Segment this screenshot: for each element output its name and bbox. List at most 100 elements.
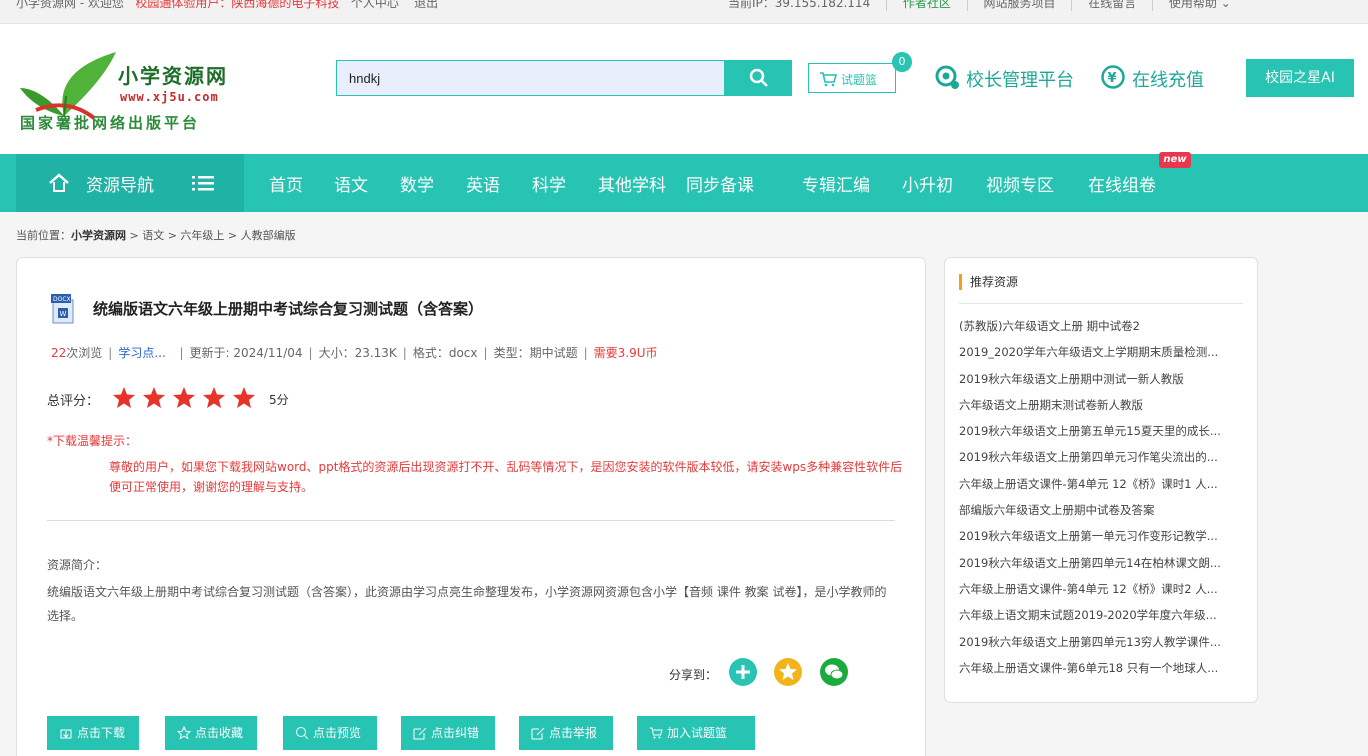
- nav-item-junior-entrance[interactable]: 小升初: [902, 171, 953, 196]
- uploader-link[interactable]: 学习点...: [118, 346, 165, 360]
- breadcrumb-site-link[interactable]: 小学资源网: [71, 229, 126, 242]
- star-icon: [113, 387, 135, 408]
- search-box: [336, 60, 726, 96]
- basket-count-badge: 0: [892, 52, 912, 72]
- nav-item-chinese[interactable]: 语文: [334, 171, 368, 196]
- personal-center-link[interactable]: 个人中心: [351, 0, 399, 10]
- rating-stars: [113, 387, 255, 408]
- rating-label: 总评分：: [47, 394, 100, 409]
- resource-detail-card: DOCX W 统编版语文六年级上册期中考试综合复习测试题（含答案） 22次浏览 |…: [16, 257, 926, 756]
- nav-item-math[interactable]: 数学: [400, 171, 434, 196]
- search-input[interactable]: [337, 61, 725, 95]
- zoom-icon: [296, 727, 309, 740]
- divider: [1071, 0, 1073, 11]
- nav-item-online-paper[interactable]: 在线组卷: [1088, 171, 1156, 196]
- intro-title: 资源简介：: [47, 558, 108, 572]
- wechat-icon: [825, 664, 844, 680]
- recommended-item[interactable]: 2019_2020学年六年级语文上学期期末质量检测...: [959, 344, 1249, 370]
- nav-item-video[interactable]: 视频专区: [986, 171, 1054, 196]
- recommended-item[interactable]: 六年级上语文期末试题2019-2020学年度六年级...: [959, 607, 1249, 633]
- logout-link[interactable]: 退出: [414, 0, 438, 10]
- logo-name[interactable]: 小学资源网: [118, 60, 228, 89]
- price: 需要3.9U币: [593, 346, 658, 360]
- star-icon: [173, 387, 195, 408]
- report-label: 点击举报: [549, 726, 598, 740]
- share-favorite-button[interactable]: [774, 658, 802, 686]
- search-button[interactable]: [724, 60, 792, 96]
- resource-title: 统编版语文六年级上册期中考试综合复习测试题（含答案）: [93, 300, 484, 318]
- yuan-coin-icon: ¥: [1101, 65, 1125, 89]
- recommended-item[interactable]: 2019秋六年级语文上册第一单元习作变形记教学...: [959, 528, 1249, 554]
- divider: [47, 520, 895, 521]
- nav-item-sync-prep[interactable]: 同步备课: [686, 171, 754, 196]
- recommended-panel: 推荐资源 (苏教版)六年级语文上册 期中试卷2 2019_2020学年六年级语文…: [944, 257, 1258, 703]
- nav-item-album[interactable]: 专辑汇编: [802, 171, 870, 196]
- recommended-item[interactable]: 六年级上册语文课件-第6单元18 只有一个地球人...: [959, 660, 1249, 686]
- author-community-link[interactable]: 作者社区: [903, 0, 951, 10]
- recommended-list: (苏教版)六年级语文上册 期中试卷2 2019_2020学年六年级语文上学期期末…: [959, 318, 1249, 686]
- message-link[interactable]: 在线留言: [1088, 0, 1136, 10]
- nav-item-english[interactable]: 英语: [466, 171, 500, 196]
- recommended-item[interactable]: (苏教版)六年级语文上册 期中试卷2: [959, 318, 1249, 344]
- update-date: 更新于: 2024/11/04: [189, 346, 303, 360]
- recommended-item[interactable]: 2019秋六年级语文上册第四单元习作笔尖流出的...: [959, 449, 1249, 475]
- recommended-item[interactable]: 六年级上册语文课件-第4单元 12《桥》课时2 人...: [959, 581, 1249, 607]
- preview-button[interactable]: 点击预览: [283, 716, 377, 750]
- resource-type: 类型：期中试题: [493, 346, 578, 360]
- resource-nav-menu[interactable]: 资源导航: [16, 154, 244, 212]
- nav-item-other-subjects[interactable]: 其他学科: [598, 171, 666, 196]
- download-label: 点击下载: [77, 726, 126, 740]
- divider: [886, 0, 888, 11]
- user-name[interactable]: 校园通体验用户：陕西海德的电子科技: [135, 0, 339, 10]
- share-wechat-button[interactable]: [820, 658, 848, 686]
- divider: [1152, 0, 1154, 11]
- top-bar: 小学资源网 - 欢迎您 校园通体验用户：陕西海德的电子科技 个人中心 退出 当前…: [0, 0, 1368, 24]
- welcome-text: 小学资源网 - 欢迎您: [16, 0, 124, 10]
- recommended-item[interactable]: 2019秋六年级语文上册第四单元13穷人教学课件...: [959, 634, 1249, 660]
- recharge-label: 在线充值: [1132, 70, 1204, 91]
- recommended-item[interactable]: 2019秋六年级语文上册第四单元14在柏林课文朗...: [959, 555, 1249, 581]
- rating-score: 5分: [269, 393, 289, 407]
- question-basket-button[interactable]: 试题篮: [808, 63, 896, 93]
- recommended-item[interactable]: 六年级上册语文课件-第4单元 12《桥》课时1 人...: [959, 476, 1249, 502]
- preview-label: 点击预览: [313, 726, 362, 740]
- list-menu-icon: [192, 176, 214, 191]
- star-icon: [779, 663, 797, 680]
- report-error-button[interactable]: 点击纠错: [401, 716, 495, 750]
- favorite-label: 点击收藏: [195, 726, 244, 740]
- add-to-basket-button[interactable]: 加入试题篮: [637, 716, 755, 750]
- help-link[interactable]: 使用帮助: [1169, 0, 1217, 10]
- home-icon: [49, 173, 69, 192]
- docx-file-icon: DOCX W: [51, 294, 74, 324]
- recommended-item[interactable]: 部编版六年级语文上册期中试卷及答案: [959, 502, 1249, 528]
- download-icon: [60, 729, 72, 739]
- basket-label: 试题篮: [841, 73, 878, 87]
- svg-text:W: W: [60, 310, 67, 318]
- recommended-item[interactable]: 2019秋六年级语文上册期中测试一新人教版: [959, 371, 1249, 397]
- divider: [959, 303, 1243, 304]
- nav-item-science[interactable]: 科学: [532, 171, 566, 196]
- recommended-title: 推荐资源: [959, 274, 1018, 290]
- favorite-button[interactable]: 点击收藏: [165, 716, 257, 750]
- recommended-item[interactable]: 六年级语文上册期末测试卷新人教版: [959, 397, 1249, 423]
- divider: [966, 0, 968, 11]
- file-size: 大小：23.13K: [318, 346, 397, 360]
- resource-meta: 22次浏览 | 学习点... | 更新于: 2024/11/04 | 大小：23.13K |…: [51, 346, 658, 360]
- principal-platform-label: 校长管理平台: [966, 70, 1074, 91]
- service-link[interactable]: 网站服务项目: [984, 0, 1056, 10]
- share-more-button[interactable]: [729, 658, 757, 686]
- file-type-label: DOCX: [53, 296, 71, 303]
- breadcrumb-prefix: 当前位置：: [16, 229, 71, 242]
- view-count: 22: [51, 346, 67, 360]
- logo-url: www.xj5u.com: [120, 90, 219, 104]
- recommended-item[interactable]: 2019秋六年级语文上册第五单元15夏天里的成长...: [959, 423, 1249, 449]
- download-button[interactable]: 点击下载: [47, 716, 139, 750]
- breadcrumb-path[interactable]: > 语文 > 六年级上 > 人教部编版: [126, 229, 295, 242]
- nav-item-home[interactable]: 首页: [269, 171, 303, 196]
- cart-icon: [820, 72, 837, 87]
- star-icon: [233, 387, 255, 408]
- chevron-down-icon[interactable]: ⌄: [1221, 0, 1231, 10]
- report-button[interactable]: 点击举报: [519, 716, 613, 750]
- campus-star-ai-button[interactable]: 校园之星AI: [1246, 59, 1354, 97]
- svg-text:¥: ¥: [1108, 71, 1117, 86]
